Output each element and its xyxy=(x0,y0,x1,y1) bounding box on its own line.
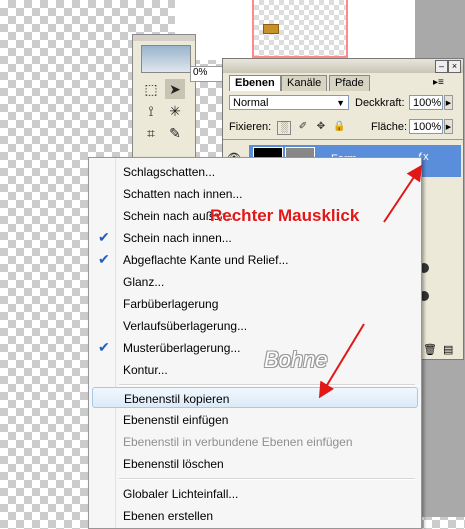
annotation-arrows xyxy=(318,164,423,399)
arrow-to-copy xyxy=(318,323,365,399)
arrow-to-fx xyxy=(383,164,423,223)
